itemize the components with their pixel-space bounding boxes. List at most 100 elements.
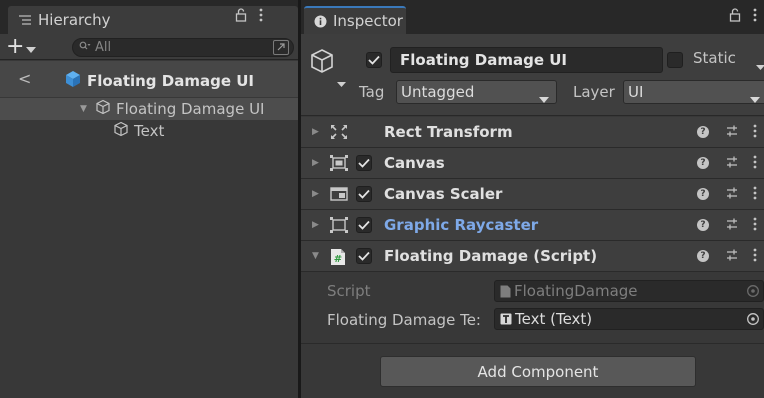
search-input[interactable]: All — [72, 38, 294, 57]
scene-title-label: Floating Damage UI — [87, 72, 254, 90]
component-floating-damage-script[interactable]: ▼ # Floating Damage (Script) ? — [301, 241, 764, 272]
chevron-down-icon[interactable] — [337, 74, 346, 92]
kebab-menu-icon[interactable] — [753, 124, 757, 142]
object-picker-icon[interactable] — [746, 312, 760, 330]
text-component-icon — [500, 313, 512, 325]
tag-value: Untagged — [401, 83, 475, 101]
canvas-icon — [330, 155, 348, 175]
component-title: Canvas Scaler — [384, 185, 503, 203]
component-title: Rect Transform — [384, 123, 513, 141]
svg-text:#: # — [334, 254, 342, 265]
tag-dropdown[interactable]: Untagged — [396, 80, 557, 104]
hierarchy-panel: Hierarchy + All < Floating Damage UI ▼ F… — [0, 0, 298, 398]
component-canvas[interactable]: ▶ Canvas ? — [301, 148, 764, 179]
layer-label: Layer — [573, 83, 615, 101]
tab-hierarchy-label: Hierarchy — [38, 11, 111, 29]
tree-row[interactable]: Text — [0, 120, 298, 142]
kebab-menu-icon[interactable] — [753, 155, 757, 173]
inspector-panel: Inspector Floating Damage UI Static Tag … — [301, 0, 764, 398]
preset-sliders-icon[interactable] — [725, 155, 739, 173]
checkmark-icon — [358, 189, 370, 199]
kebab-menu-icon[interactable] — [753, 186, 757, 204]
scene-header: < Floating Damage UI — [0, 61, 298, 97]
tree-item-label: Text — [134, 122, 165, 140]
script-label: Script — [327, 282, 371, 300]
object-name-field[interactable]: Floating Damage UI — [390, 47, 663, 73]
help-icon[interactable]: ? — [697, 157, 709, 169]
checkmark-icon — [368, 55, 380, 65]
tree-row[interactable]: ▼ Floating Damage UI — [0, 98, 298, 120]
search-by-type-icon[interactable] — [273, 40, 289, 55]
chevron-down-icon[interactable] — [756, 57, 764, 75]
component-graphic-raycaster[interactable]: ▶ Graphic Raycaster ? — [301, 210, 764, 241]
kebab-menu-icon[interactable] — [259, 8, 263, 26]
gameobject-cube-icon[interactable] — [309, 48, 335, 78]
hierarchy-tab-controls — [235, 8, 263, 26]
lock-icon[interactable] — [235, 8, 247, 26]
preset-sliders-icon[interactable] — [725, 124, 739, 142]
layer-dropdown[interactable]: UI — [623, 80, 764, 104]
rect-transform-icon — [330, 124, 348, 144]
preset-sliders-icon[interactable] — [725, 186, 739, 204]
component-rect-transform[interactable]: ▶ Rect Transform ? — [301, 117, 764, 148]
layer-value: UI — [628, 83, 644, 101]
graphic-raycaster-icon — [330, 217, 348, 237]
component-title: Graphic Raycaster — [384, 216, 539, 234]
component-enabled-checkbox[interactable] — [356, 217, 372, 233]
component-title: Canvas — [384, 154, 445, 172]
prefab-cube-icon — [64, 70, 82, 92]
inspector-tabbar: Inspector — [301, 0, 764, 34]
info-icon — [314, 15, 327, 28]
chevron-down-icon — [539, 89, 549, 107]
expand-arrow-icon[interactable]: ▼ — [80, 104, 87, 114]
help-icon[interactable]: ? — [697, 250, 709, 262]
static-label: Static — [693, 49, 736, 67]
help-icon[interactable]: ? — [697, 188, 709, 200]
expand-arrow-icon[interactable]: ▶ — [312, 220, 319, 230]
checkmark-icon — [358, 251, 370, 261]
expand-arrow-icon[interactable]: ▶ — [312, 189, 319, 199]
tag-label: Tag — [359, 83, 385, 101]
kebab-menu-icon[interactable] — [753, 8, 757, 26]
object-name-value: Floating Damage UI — [400, 51, 567, 69]
component-title: Floating Damage (Script) — [384, 247, 598, 265]
component-enabled-checkbox[interactable] — [356, 248, 372, 264]
script-asset-icon — [500, 285, 511, 298]
expand-arrow-icon[interactable]: ▶ — [312, 158, 319, 168]
script-icon: # — [330, 248, 346, 270]
back-arrow-icon[interactable]: < — [18, 69, 31, 88]
script-properties: Script FloatingDamage Floating Damage Te… — [301, 272, 764, 344]
tab-inspector-label: Inspector — [333, 12, 403, 30]
script-field: FloatingDamage — [494, 280, 764, 302]
kebab-menu-icon[interactable] — [753, 248, 757, 266]
collapse-arrow-icon[interactable]: ▼ — [312, 251, 319, 261]
chevron-down-icon[interactable] — [26, 40, 36, 58]
component-enabled-checkbox[interactable] — [356, 186, 372, 202]
help-icon[interactable]: ? — [697, 126, 709, 138]
preset-sliders-icon[interactable] — [725, 217, 739, 235]
floating-damage-text-field[interactable]: Text (Text) — [494, 308, 764, 330]
canvas-scaler-icon — [330, 186, 348, 206]
add-component-button[interactable]: Add Component — [380, 356, 696, 387]
gameobject-cube-icon — [95, 99, 111, 119]
lock-icon[interactable] — [729, 8, 741, 26]
help-icon[interactable]: ? — [697, 219, 709, 231]
static-checkbox[interactable] — [667, 52, 683, 68]
search-icon — [79, 40, 91, 55]
tree-item-label: Floating Damage UI — [116, 100, 265, 118]
gameobject-cube-icon — [113, 121, 129, 141]
component-canvas-scaler[interactable]: ▶ Canvas Scaler ? — [301, 179, 764, 210]
create-plus-icon[interactable]: + — [6, 36, 24, 58]
hierarchy-list-icon — [18, 14, 32, 26]
active-checkbox[interactable] — [366, 52, 382, 68]
kebab-menu-icon[interactable] — [753, 217, 757, 235]
expand-arrow-icon[interactable]: ▶ — [312, 127, 319, 137]
preset-sliders-icon[interactable] — [725, 248, 739, 266]
hierarchy-toolbar: + All — [0, 34, 298, 60]
add-component-label: Add Component — [477, 362, 599, 381]
scene-title: Floating Damage UI — [64, 70, 254, 92]
tab-inspector[interactable]: Inspector — [304, 6, 406, 34]
floating-damage-text-label: Floating Damage Te: — [327, 311, 481, 329]
floating-damage-text-value: Text (Text) — [515, 310, 593, 328]
component-enabled-checkbox[interactable] — [356, 155, 372, 171]
